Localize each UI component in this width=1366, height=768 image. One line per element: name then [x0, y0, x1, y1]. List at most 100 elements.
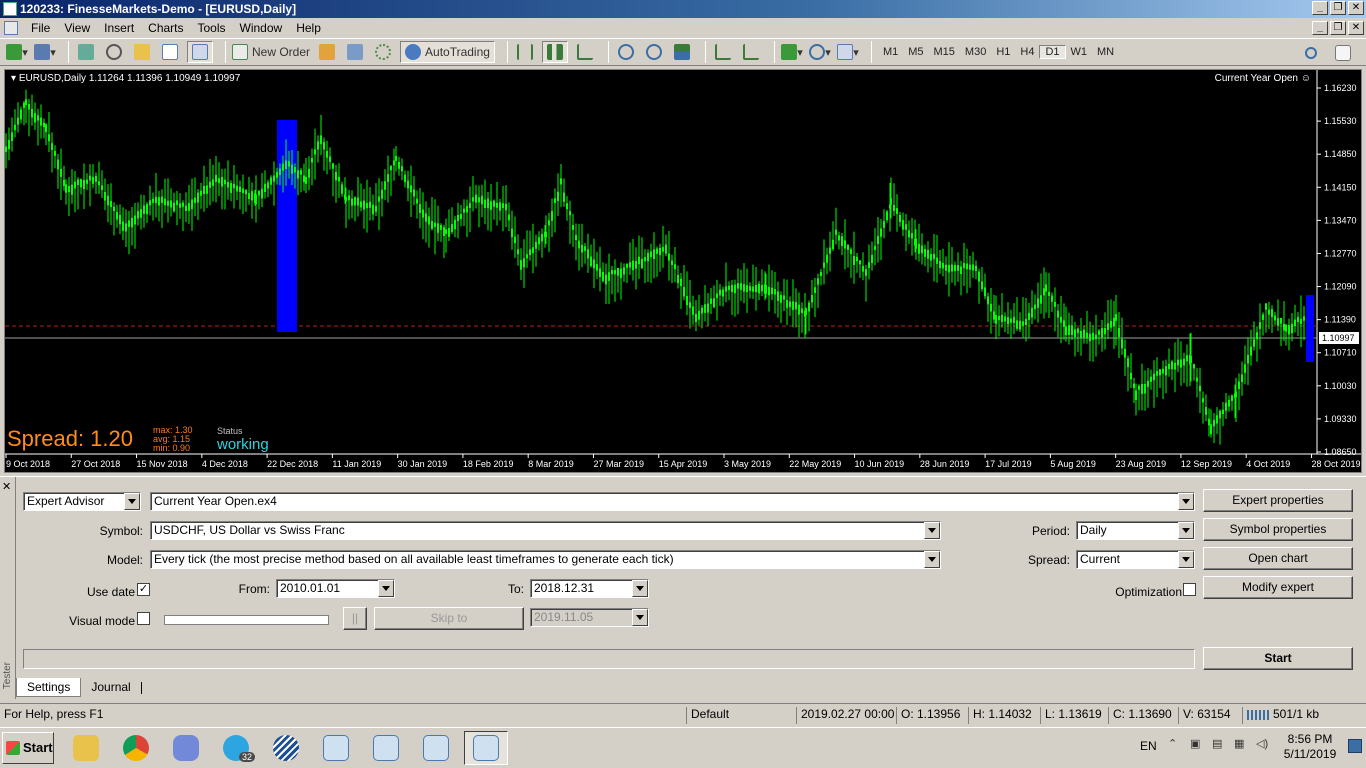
- taskbar-telegram[interactable]: 32: [214, 731, 258, 765]
- close-button[interactable]: ✕: [1348, 1, 1364, 15]
- optimization-checkbox[interactable]: [1183, 583, 1196, 596]
- timeframe-m1[interactable]: M1: [878, 46, 903, 58]
- navigator-button[interactable]: [131, 41, 153, 63]
- spread-select[interactable]: Current: [1076, 550, 1195, 569]
- timeframe-w1[interactable]: W1: [1066, 46, 1093, 58]
- menu-help[interactable]: Help: [289, 18, 328, 38]
- visual-mode-checkbox[interactable]: [137, 612, 150, 625]
- taskbar-metatrader-active[interactable]: [464, 731, 508, 765]
- chevron-down-icon[interactable]: [1178, 522, 1194, 539]
- menu-charts[interactable]: Charts: [141, 18, 190, 38]
- minimize-button[interactable]: _: [1312, 1, 1328, 15]
- timeframe-m15[interactable]: M15: [929, 46, 960, 58]
- periods-button[interactable]: ▾: [809, 41, 831, 63]
- chevron-down-icon[interactable]: [924, 551, 940, 568]
- signals-button[interactable]: [344, 41, 366, 63]
- timeframe-h1[interactable]: H1: [991, 46, 1015, 58]
- tab-journal[interactable]: Journal: [81, 678, 140, 697]
- tester-type-select[interactable]: Expert Advisor: [23, 492, 141, 511]
- symbol-select[interactable]: USDCHF, US Dollar vs Swiss Franc: [150, 521, 941, 540]
- expert-select[interactable]: Current Year Open.ex4: [150, 492, 1195, 511]
- taskbar-discord[interactable]: [164, 731, 208, 765]
- taskbar-chrome[interactable]: [114, 731, 158, 765]
- data-window-button[interactable]: [103, 41, 125, 63]
- menu-insert[interactable]: Insert: [97, 18, 141, 38]
- chevron-down-icon[interactable]: [378, 580, 394, 597]
- market-watch-button[interactable]: [75, 41, 97, 63]
- chevron-down-icon[interactable]: [1178, 493, 1194, 510]
- profiles-button[interactable]: ▾: [34, 41, 56, 63]
- language-indicator[interactable]: EN: [1140, 739, 1157, 753]
- price-chart[interactable]: 1.16230 1.15530 1.14850 1.14150 1.13470 1.127…: [4, 69, 1362, 473]
- pause-button[interactable]: ||: [343, 607, 367, 630]
- model-select[interactable]: Every tick (the most precise method base…: [150, 550, 941, 569]
- chart-canvas[interactable]: 1.16230 1.15530 1.14850 1.14150 1.13470 1.127…: [5, 70, 1361, 472]
- mdi-minimize-button[interactable]: _: [1312, 21, 1328, 35]
- taskbar-app-stripes[interactable]: [264, 731, 308, 765]
- clock[interactable]: 8:56 PM 5/11/2019: [1280, 732, 1340, 762]
- menu-file[interactable]: File: [24, 18, 57, 38]
- editor-button[interactable]: [316, 41, 338, 63]
- restore-button[interactable]: ❐: [1330, 1, 1346, 15]
- templates-button[interactable]: ▾: [837, 41, 859, 63]
- chevron-down-icon[interactable]: [124, 493, 140, 510]
- zoom-out-button[interactable]: [643, 41, 665, 63]
- show-desktop-icon[interactable]: [1348, 739, 1362, 753]
- start-button[interactable]: Start: [2, 732, 54, 764]
- line-chart-button[interactable]: [574, 41, 596, 63]
- timeframe-m30[interactable]: M30: [960, 46, 991, 58]
- timeframe-d1[interactable]: D1: [1039, 45, 1066, 59]
- chart-shift-button[interactable]: [712, 41, 734, 63]
- new-order-button[interactable]: New Order: [232, 41, 310, 63]
- zoom-in-button[interactable]: [615, 41, 637, 63]
- taskbar-metatrader-1[interactable]: [314, 731, 358, 765]
- search-button[interactable]: [1300, 42, 1322, 64]
- tray-device-icon[interactable]: ▤: [1212, 737, 1226, 751]
- mdi-restore-button[interactable]: ❐: [1330, 21, 1346, 35]
- skip-to-button[interactable]: Skip to: [374, 607, 524, 630]
- expert-properties-button[interactable]: Expert properties: [1203, 489, 1353, 512]
- menu-tools[interactable]: Tools: [191, 18, 233, 38]
- chevron-down-icon[interactable]: [1178, 551, 1194, 568]
- start-button[interactable]: Start: [1203, 647, 1353, 670]
- candlestick-button[interactable]: [541, 41, 568, 63]
- taskbar-metatrader-2[interactable]: [364, 731, 408, 765]
- chat-button[interactable]: [1332, 42, 1354, 64]
- skip-to-date-picker[interactable]: 2019.11.05: [530, 608, 649, 627]
- bar-chart-button[interactable]: [514, 41, 536, 63]
- autotrading-button[interactable]: AutoTrading: [400, 41, 495, 63]
- period-select[interactable]: Daily: [1076, 521, 1195, 540]
- from-date-picker[interactable]: 2010.01.01: [276, 579, 395, 598]
- strategy-tester-button[interactable]: [187, 41, 213, 63]
- tray-app-icon[interactable]: ▣: [1190, 737, 1204, 751]
- to-date-picker[interactable]: 2018.12.31: [530, 579, 649, 598]
- new-chart-button[interactable]: ▾: [6, 41, 28, 63]
- terminal-button[interactable]: [159, 41, 181, 63]
- modify-expert-button[interactable]: Modify expert: [1203, 576, 1353, 599]
- taskbar-explorer[interactable]: [64, 731, 108, 765]
- timeframe-mn[interactable]: MN: [1092, 46, 1119, 58]
- document-icon[interactable]: [4, 21, 18, 35]
- open-chart-button[interactable]: Open chart: [1203, 547, 1353, 570]
- symbol-properties-button[interactable]: Symbol properties: [1203, 518, 1353, 541]
- radio-button-icon-wrap[interactable]: [372, 41, 394, 63]
- chevron-down-icon[interactable]: [632, 609, 648, 626]
- use-date-checkbox[interactable]: ✓: [137, 583, 150, 596]
- chevron-down-icon[interactable]: [924, 522, 940, 539]
- mdi-close-button[interactable]: ✕: [1348, 21, 1364, 35]
- taskbar-metatrader-3[interactable]: [414, 731, 458, 765]
- timeframe-h4[interactable]: H4: [1015, 46, 1039, 58]
- tester-close-icon[interactable]: ✕: [2, 480, 11, 493]
- visual-speed-slider[interactable]: [164, 615, 329, 625]
- chevron-down-icon[interactable]: [632, 580, 648, 597]
- tile-windows-button[interactable]: [671, 41, 693, 63]
- autoscroll-button[interactable]: [740, 41, 762, 63]
- volume-icon[interactable]: ◁): [1256, 737, 1270, 751]
- menu-view[interactable]: View: [57, 18, 97, 38]
- indicators-button[interactable]: ▾: [781, 41, 803, 63]
- network-icon[interactable]: ▦: [1234, 737, 1248, 751]
- timeframe-m5[interactable]: M5: [903, 46, 928, 58]
- tab-settings[interactable]: Settings: [16, 678, 82, 697]
- menu-window[interactable]: Window: [233, 18, 290, 38]
- tray-expand-icon[interactable]: ⌃: [1168, 737, 1182, 751]
